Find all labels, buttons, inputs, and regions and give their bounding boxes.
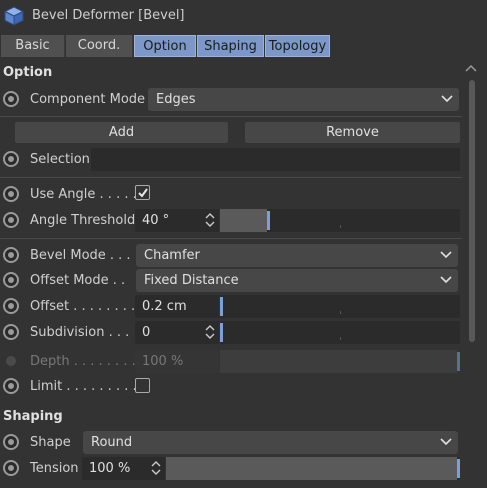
offset-input[interactable]: 0.2 cm xyxy=(135,295,219,318)
subdivision-label: Subdivision . . . xyxy=(30,325,130,340)
slider-tick xyxy=(340,337,341,340)
spin-arrows-icon[interactable] xyxy=(205,324,215,340)
anim-circle-icon[interactable] xyxy=(3,272,19,288)
component-mode-label: Component Mode xyxy=(30,92,146,107)
anim-circle-icon[interactable] xyxy=(3,378,19,394)
bevel-mode-label: Bevel Mode . . . xyxy=(30,248,131,263)
depth-label: Depth . . . . . . . . xyxy=(30,354,136,369)
divider xyxy=(0,177,462,178)
selection-field[interactable] xyxy=(91,148,460,171)
slider-handle[interactable] xyxy=(220,323,223,342)
tension-input[interactable]: 100 % xyxy=(82,457,165,480)
tab-shaping[interactable]: Shaping xyxy=(197,35,264,57)
slider-handle[interactable] xyxy=(220,297,223,316)
slider-handle xyxy=(457,352,460,371)
add-button[interactable]: Add xyxy=(15,122,228,143)
slider-tick xyxy=(340,311,341,314)
anim-circle-icon[interactable] xyxy=(3,186,19,202)
angle-threshold-input[interactable]: 40 ° xyxy=(135,209,219,232)
divider xyxy=(0,238,462,239)
offset-mode-label: Offset Mode . . xyxy=(30,273,126,288)
shape-dropdown[interactable]: Round xyxy=(83,431,458,454)
tension-label: Tension xyxy=(30,461,79,476)
slider-fill xyxy=(220,350,457,373)
chevron-down-icon xyxy=(440,438,452,446)
angle-threshold-slider[interactable] xyxy=(220,209,460,232)
tension-slider[interactable] xyxy=(166,457,460,480)
slider-fill xyxy=(220,209,267,232)
anim-circle-icon[interactable] xyxy=(3,324,19,340)
anim-circle-icon[interactable] xyxy=(3,247,19,263)
shape-label: Shape xyxy=(30,435,71,450)
slider-fill xyxy=(166,457,457,480)
anim-circle-icon[interactable] xyxy=(3,91,19,107)
use-angle-checkbox[interactable] xyxy=(135,185,150,200)
angle-threshold-label: Angle Threshold xyxy=(30,213,136,228)
use-angle-label: Use Angle . . . . . xyxy=(30,187,137,202)
spin-arrows-icon[interactable] xyxy=(151,460,161,476)
anim-circle-icon[interactable] xyxy=(3,434,19,450)
window-title: Bevel Deformer [Bevel] xyxy=(32,8,185,23)
scrollbar-thumb[interactable] xyxy=(469,80,475,342)
offset-label: Offset . . . . . . . . xyxy=(30,299,136,314)
chevron-down-icon xyxy=(441,95,453,103)
scroll-up-arrow-icon[interactable] xyxy=(465,64,477,72)
anim-circle-icon[interactable] xyxy=(3,460,19,476)
bevel-mode-dropdown[interactable]: Chamfer xyxy=(136,244,458,267)
anim-circle-icon[interactable] xyxy=(3,212,19,228)
limit-checkbox[interactable] xyxy=(135,378,150,393)
slider-handle[interactable] xyxy=(457,459,460,478)
remove-button[interactable]: Remove xyxy=(245,122,460,143)
checkmark-icon xyxy=(138,188,148,198)
slider-handle[interactable] xyxy=(267,211,270,230)
subdivision-slider[interactable] xyxy=(220,321,460,344)
tab-option[interactable]: Option xyxy=(134,35,196,57)
tab-topology[interactable]: Topology xyxy=(265,35,330,57)
depth-input: 100 % xyxy=(135,350,219,373)
anim-circle-icon xyxy=(6,356,16,366)
divider xyxy=(0,116,462,117)
offset-mode-dropdown[interactable]: Fixed Distance xyxy=(136,269,458,292)
shaping-section-title: Shaping xyxy=(3,409,63,424)
anim-circle-icon[interactable] xyxy=(3,298,19,314)
tab-basic[interactable]: Basic xyxy=(1,35,65,57)
bevel-cube-icon xyxy=(4,6,24,26)
chevron-down-icon xyxy=(440,276,452,284)
offset-slider[interactable] xyxy=(220,295,460,318)
component-mode-dropdown[interactable]: Edges xyxy=(148,88,459,111)
slider-tick xyxy=(340,225,341,228)
chevron-down-icon xyxy=(440,251,452,259)
option-section-title: Option xyxy=(3,65,53,80)
depth-slider xyxy=(220,350,460,373)
limit-label: Limit . . . . . . . . . . xyxy=(30,379,145,394)
component-mode-value: Edges xyxy=(156,92,196,107)
subdivision-input[interactable]: 0 xyxy=(135,321,219,344)
tab-coord[interactable]: Coord. xyxy=(66,35,133,57)
spin-arrows-icon[interactable] xyxy=(205,212,215,228)
selection-label: Selection xyxy=(30,152,90,167)
anim-circle-icon[interactable] xyxy=(3,151,19,167)
